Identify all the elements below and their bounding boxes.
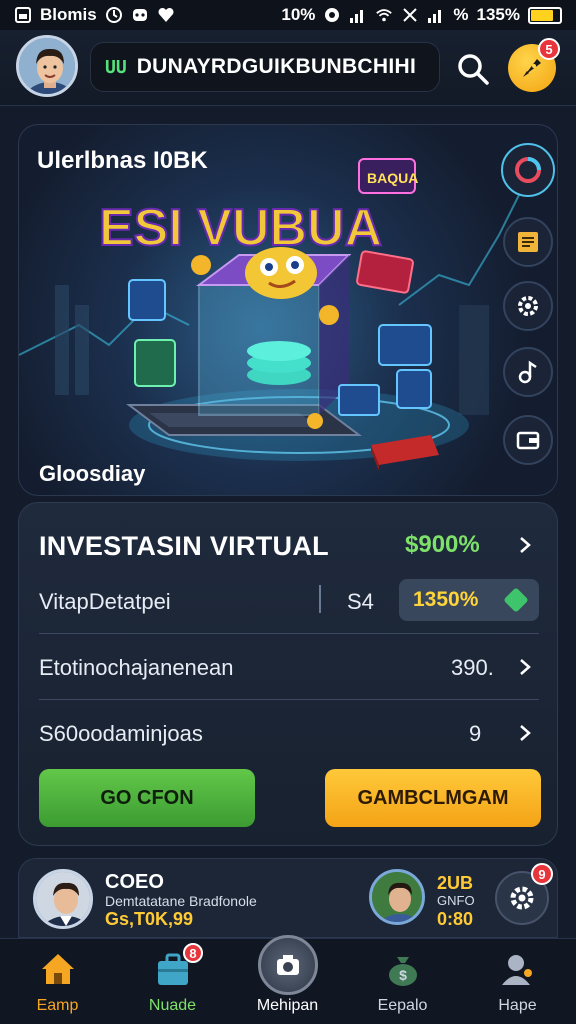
investment-title: INVESTASIN VIRTUAL — [39, 531, 329, 561]
side-music-button[interactable] — [503, 347, 553, 397]
hero-illustration: ESI VUBUA BAQUA — [19, 158, 520, 471]
row-3-value: 9 — [469, 721, 482, 746]
divider — [39, 633, 539, 634]
camera-icon — [277, 955, 299, 975]
stat-mid: GNFO — [437, 893, 475, 908]
row-1-badge: 1350% — [413, 588, 479, 611]
secondary-button[interactable]: GAMBCLMGAM — [325, 769, 541, 827]
nav-label: Eepalo — [377, 997, 428, 1014]
heart-icon — [157, 6, 175, 24]
title-badge: UU — [105, 56, 127, 78]
gear-icon — [510, 886, 534, 910]
return-percent-pill[interactable]: 1350% — [399, 579, 539, 621]
profile-description: Demtatatane Bradfonole — [105, 893, 257, 909]
money-bag-icon: $ — [389, 957, 417, 986]
nav-profile[interactable]: Hape — [460, 939, 575, 1024]
portfolio-badge: 8 — [183, 943, 203, 963]
search-button[interactable] — [454, 50, 492, 88]
row-2-value: 390. — [451, 655, 494, 680]
row-1-label: VitapDetatpei — [39, 589, 171, 614]
investment-card: INVESTASIN VIRTUAL $900% VitapDetatpei S… — [18, 502, 558, 846]
row-2-label: Etotinochajanenean — [39, 655, 234, 680]
app-header: UU DUNAYRDGUIKBUNBCHIHI 5 — [0, 30, 576, 106]
boost-badge: 5 — [538, 38, 560, 60]
profile-settings-button[interactable]: 9 — [495, 863, 553, 925]
profile-avatar[interactable] — [33, 869, 93, 929]
gear-icon — [518, 296, 538, 316]
profile-name: COEO — [105, 871, 164, 893]
hero-caption: Gloosdiay — [39, 461, 146, 486]
user-avatar[interactable] — [16, 35, 78, 97]
side-wallet-button[interactable] — [503, 415, 553, 465]
nav-portfolio[interactable]: 8 Nuade — [115, 939, 230, 1024]
chevron-right-icon[interactable] — [515, 535, 535, 555]
row-3-label: S60oodaminjoas — [39, 721, 203, 746]
status-battery-text: % — [453, 5, 469, 24]
profile-strip[interactable]: COEO Demtatatane Bradfonole Gs,T0K,99 2U… — [18, 858, 558, 938]
camera-button[interactable] — [258, 935, 318, 995]
nav-label: Nuade — [148, 997, 197, 1014]
chevron-right-icon[interactable] — [515, 723, 535, 743]
app-icon — [14, 6, 32, 24]
note-icon — [518, 232, 538, 252]
nav-savings[interactable]: $ Eepalo — [345, 939, 460, 1024]
record-icon — [323, 6, 341, 24]
signal-icon — [349, 6, 367, 24]
home-icon — [42, 954, 74, 984]
header-title: DUNAYRDGUIKBUNBCHIHI — [136, 55, 417, 78]
settings-badge: 9 — [531, 863, 553, 885]
boost-button[interactable]: 5 — [508, 38, 560, 92]
bottom-nav: Eamp 8 Nuade Mehipan $ Eepalo Hape — [0, 935, 576, 1024]
stat-top: 2UB — [437, 873, 474, 893]
side-settings-button[interactable] — [503, 281, 553, 331]
nav-camera[interactable]: Mehipan — [230, 935, 345, 1024]
profile-icon — [502, 955, 532, 985]
nav-label: Mehipan — [256, 997, 319, 1014]
wifi-icon — [375, 6, 393, 24]
row-1-value: S4 — [347, 589, 374, 614]
divider — [39, 699, 539, 700]
chart-icon — [515, 157, 541, 183]
battery-icon — [528, 6, 562, 24]
profile-amount: Gs,T0K,99 — [105, 909, 194, 929]
investment-headline-percent: $900% — [405, 531, 480, 558]
wallet-icon — [516, 431, 540, 450]
primary-button[interactable]: GO CFON — [39, 769, 255, 827]
hero-art-tag: BAQUA — [367, 170, 418, 186]
music-icon — [518, 360, 537, 384]
side-chart-button[interactable] — [501, 143, 555, 197]
friend-avatar[interactable] — [369, 869, 425, 925]
status-percent: 10% — [281, 5, 316, 24]
status-bar: Blomis 10% % 135% — [0, 0, 576, 30]
svg-text:$: $ — [399, 967, 407, 983]
gem-icon — [503, 587, 529, 613]
status-app-name: Blomis — [40, 5, 97, 24]
hero-title: Ulerlbnas I0BK — [37, 147, 208, 174]
mute-icon — [401, 6, 419, 24]
nav-label: Eamp — [36, 997, 79, 1014]
stat-bottom: 0:80 — [437, 909, 474, 929]
nav-label: Hape — [498, 997, 537, 1014]
signal-2-icon — [427, 6, 445, 24]
nav-home[interactable]: Eamp — [0, 939, 115, 1024]
clock-icon — [105, 6, 123, 24]
chevron-right-icon[interactable] — [515, 657, 535, 677]
game-icon — [131, 6, 149, 24]
hero-art-title: ESI VUBUA — [99, 199, 382, 257]
title-bar[interactable]: UU DUNAYRDGUIKBUNBCHIHI — [90, 42, 440, 92]
side-notes-button[interactable] — [503, 217, 553, 267]
row-divider — [319, 585, 321, 613]
search-icon — [458, 54, 489, 85]
hero-banner[interactable]: ESI VUBUA BAQUA Ulerlbnas I0BK Gloosdiay — [18, 124, 558, 496]
battery-percent: 135% — [476, 5, 520, 24]
